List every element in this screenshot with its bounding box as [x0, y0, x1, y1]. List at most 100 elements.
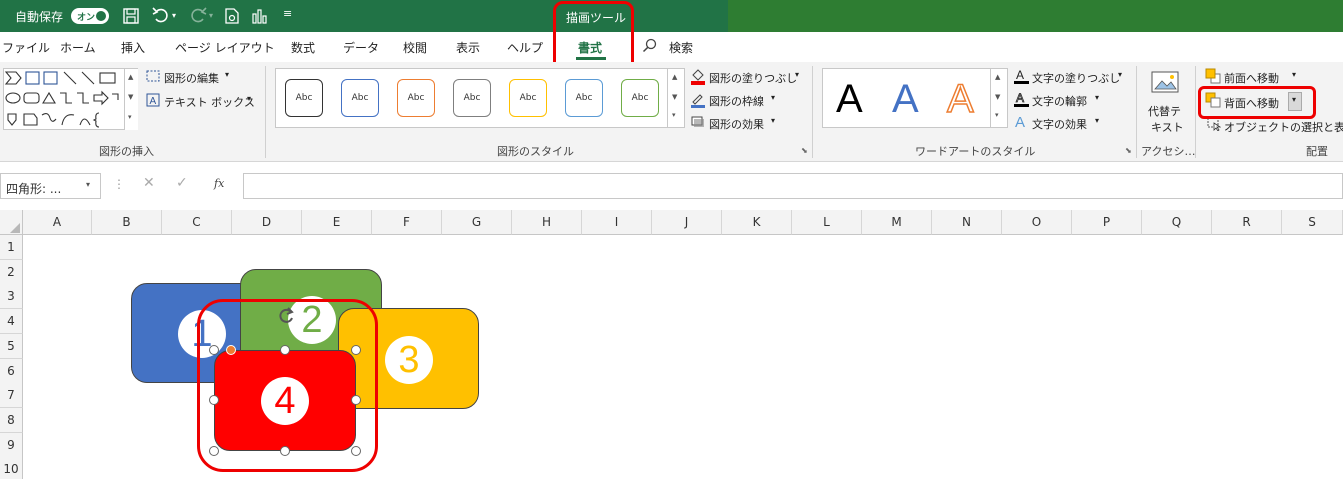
formula-input[interactable] — [243, 173, 1343, 199]
alt-text-label-line2[interactable]: キスト — [1151, 119, 1184, 135]
redo-dropdown-icon[interactable]: ▾ — [209, 8, 213, 24]
row-header-10[interactable]: 10 — [0, 457, 23, 479]
column-header-p[interactable]: P — [1072, 210, 1142, 235]
wordart-style-black[interactable]: A — [836, 79, 863, 119]
column-header-c[interactable]: C — [162, 210, 232, 235]
chart-icon[interactable] — [251, 8, 267, 27]
text-fill-dropdown-icon[interactable]: ▾ — [1118, 70, 1122, 79]
name-box[interactable]: 四角形: ... ▾ — [0, 173, 101, 199]
row-header-8[interactable]: 8 — [0, 407, 23, 433]
shape-fill-button[interactable]: 図形の塗りつぶし — [709, 70, 797, 86]
row-header-1[interactable]: 1 — [0, 235, 23, 260]
wordart-dialog-launcher-icon[interactable]: ⬊ — [1125, 146, 1132, 155]
shapes-gallery[interactable] — [3, 68, 138, 130]
shape-style-6[interactable]: Abc — [565, 79, 603, 117]
tab-insert[interactable]: 挿入 — [121, 39, 145, 56]
insert-function-icon[interactable]: fx — [214, 177, 224, 190]
shape-style-5[interactable]: Abc — [509, 79, 547, 117]
shape-fill-dropdown-icon[interactable]: ▾ — [795, 70, 799, 79]
cancel-icon[interactable]: ✕ — [143, 175, 155, 191]
shape-outline-dropdown-icon[interactable]: ▾ — [771, 93, 775, 102]
column-header-h[interactable]: H — [512, 210, 582, 235]
tab-view[interactable]: 表示 — [456, 39, 480, 56]
select-all-corner[interactable] — [0, 210, 23, 235]
selection-pane-button[interactable]: オブジェクトの選択と表示 — [1224, 119, 1343, 135]
redo-icon[interactable] — [189, 7, 207, 26]
tab-home[interactable]: ホーム — [60, 39, 96, 56]
shape-effects-button[interactable]: 図形の効果 — [709, 116, 764, 132]
column-header-o[interactable]: O — [1002, 210, 1072, 235]
toggle-knob — [96, 11, 106, 21]
column-header-l[interactable]: L — [792, 210, 862, 235]
column-header-e[interactable]: E — [302, 210, 372, 235]
column-header-n[interactable]: N — [932, 210, 1002, 235]
tab-review[interactable]: 校閲 — [403, 39, 427, 56]
customize-toolbar-icon[interactable]: ≡ — [283, 6, 292, 22]
print-preview-icon[interactable] — [225, 8, 239, 27]
tab-formulas[interactable]: 数式 — [291, 39, 315, 56]
bring-forward-dropdown-icon[interactable]: ▾ — [1292, 70, 1296, 79]
row-header-7[interactable]: 7 — [0, 383, 23, 409]
text-effects-dropdown-icon[interactable]: ▾ — [1095, 116, 1099, 125]
undo-dropdown-icon[interactable]: ▾ — [172, 8, 176, 24]
row-header-3[interactable]: 3 — [0, 284, 23, 310]
column-header-i[interactable]: I — [582, 210, 652, 235]
tab-page-layout[interactable]: ページ レイアウト — [175, 39, 275, 56]
column-header-b[interactable]: B — [92, 210, 162, 235]
wordart-style-orange-outline[interactable]: A — [946, 78, 974, 120]
text-fill-icon: A — [1014, 68, 1029, 84]
bring-forward-button[interactable]: 前面へ移動 — [1224, 70, 1279, 86]
search-icon[interactable] — [642, 38, 658, 57]
tab-file[interactable]: ファイル — [2, 39, 50, 56]
text-outline-button[interactable]: 文字の輪郭 — [1032, 93, 1087, 109]
column-header-f[interactable]: F — [372, 210, 442, 235]
tab-data[interactable]: データ — [343, 39, 379, 56]
shape-style-3[interactable]: Abc — [397, 79, 435, 117]
wordart-scroll[interactable]: ▲ ▼ ▾ — [990, 69, 1007, 127]
edit-shape-dropdown-icon[interactable]: ▾ — [225, 70, 229, 79]
row-header-6[interactable]: 6 — [0, 358, 23, 384]
wordart-style-blue[interactable]: A — [892, 79, 919, 119]
row-header-9[interactable]: 9 — [0, 432, 23, 458]
edit-shape-button[interactable]: 図形の編集 — [164, 70, 219, 86]
alt-text-icon[interactable] — [1150, 70, 1180, 101]
row-header-5[interactable]: 5 — [0, 333, 23, 359]
shape-style-4[interactable]: Abc — [453, 79, 491, 117]
name-box-dropdown-icon[interactable]: ▾ — [86, 180, 90, 189]
text-outline-dropdown-icon[interactable]: ▾ — [1095, 93, 1099, 102]
shape-style-2[interactable]: Abc — [341, 79, 379, 117]
autosave-toggle[interactable]: オン — [71, 8, 109, 24]
alt-text-label-line1[interactable]: 代替テ — [1148, 103, 1181, 119]
shape-effects-dropdown-icon[interactable]: ▾ — [771, 116, 775, 125]
column-header-a[interactable]: A — [23, 210, 92, 235]
svg-text:A: A — [150, 96, 157, 107]
search-label[interactable]: 検索 — [669, 39, 693, 56]
column-header-j[interactable]: J — [652, 210, 722, 235]
column-header-d[interactable]: D — [232, 210, 302, 235]
shape-style-1[interactable]: Abc — [285, 79, 323, 117]
column-header-g[interactable]: G — [442, 210, 512, 235]
shape-outline-button[interactable]: 図形の枠線 — [709, 93, 764, 109]
row-header-4[interactable]: 4 — [0, 309, 23, 335]
undo-icon[interactable] — [152, 7, 170, 26]
column-header-q[interactable]: Q — [1142, 210, 1212, 235]
column-header-m[interactable]: M — [862, 210, 932, 235]
enter-icon[interactable]: ✓ — [176, 175, 188, 191]
column-header-k[interactable]: K — [722, 210, 792, 235]
text-fill-button[interactable]: 文字の塗りつぶし — [1032, 70, 1120, 86]
shapes-gallery-scroll[interactable]: ▲ ▼ ▾ — [124, 69, 138, 130]
shape-styles-dialog-launcher-icon[interactable]: ⬊ — [801, 146, 808, 155]
text-effects-button[interactable]: 文字の効果 — [1032, 116, 1087, 132]
formula-bar-handle-icon[interactable]: ⋮ — [113, 177, 125, 191]
save-icon[interactable] — [123, 8, 139, 27]
group-separator — [812, 66, 813, 158]
column-header-s[interactable]: S — [1282, 210, 1343, 235]
text-box-button[interactable]: テキスト ボックス — [164, 94, 255, 110]
text-box-dropdown-icon[interactable]: ▾ — [247, 94, 251, 103]
column-header-r[interactable]: R — [1212, 210, 1282, 235]
shape-styles-scroll[interactable]: ▲ ▼ ▾ — [667, 69, 684, 127]
row-header-2[interactable]: 2 — [0, 259, 23, 285]
tab-help[interactable]: ヘルプ — [507, 39, 543, 56]
shape-fill-icon — [691, 69, 705, 85]
shape-style-7[interactable]: Abc — [621, 79, 659, 117]
